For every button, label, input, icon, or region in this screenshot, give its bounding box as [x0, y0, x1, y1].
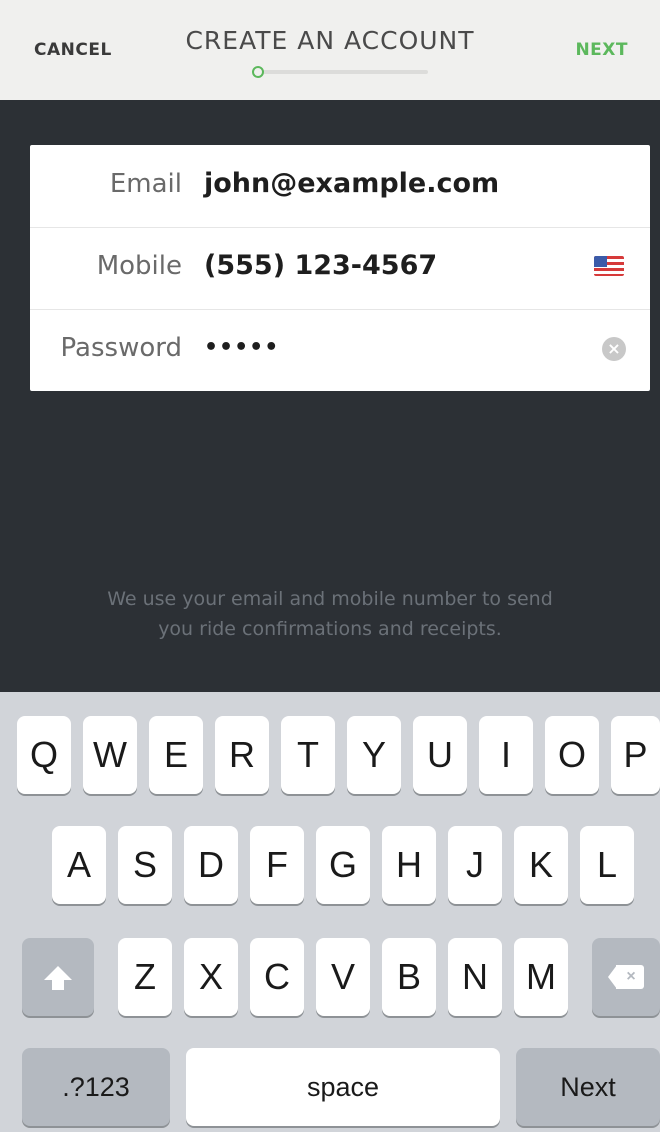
info-text: We use your email and mobile number to s… — [0, 584, 660, 644]
password-row[interactable]: Password ••••• × — [30, 309, 650, 391]
key-q[interactable]: Q — [17, 716, 71, 794]
us-flag-icon[interactable] — [594, 256, 624, 276]
key-w[interactable]: W — [83, 716, 137, 794]
password-label: Password — [60, 333, 182, 363]
key-i[interactable]: I — [479, 716, 533, 794]
key-r[interactable]: R — [215, 716, 269, 794]
key-p[interactable]: P — [611, 716, 660, 794]
progress-track — [258, 70, 428, 74]
key-c[interactable]: C — [250, 938, 304, 1016]
email-label: Email — [109, 169, 182, 199]
numbers-key[interactable]: .?123 — [22, 1048, 170, 1126]
space-key[interactable]: space — [186, 1048, 500, 1126]
key-z[interactable]: Z — [118, 938, 172, 1016]
key-y[interactable]: Y — [347, 716, 401, 794]
key-t[interactable]: T — [281, 716, 335, 794]
email-row[interactable]: Email john@example.com — [30, 145, 650, 228]
key-v[interactable]: V — [316, 938, 370, 1016]
mobile-row[interactable]: Mobile (555) 123-4567 — [30, 227, 650, 310]
key-d[interactable]: D — [184, 826, 238, 904]
key-j[interactable]: J — [448, 826, 502, 904]
key-s[interactable]: S — [118, 826, 172, 904]
key-k[interactable]: K — [514, 826, 568, 904]
key-n[interactable]: N — [448, 938, 502, 1016]
key-e[interactable]: E — [149, 716, 203, 794]
password-field[interactable]: ••••• — [204, 335, 584, 360]
key-f[interactable]: F — [250, 826, 304, 904]
info-line-2: you ride confirmations and receipts. — [158, 618, 502, 640]
account-form: Email john@example.com Mobile (555) 123-… — [30, 145, 650, 391]
info-line-1: We use your email and mobile number to s… — [107, 588, 553, 610]
clear-icon[interactable]: × — [602, 337, 626, 361]
email-field[interactable]: john@example.com — [204, 168, 584, 199]
next-key[interactable]: Next — [516, 1048, 660, 1126]
next-button[interactable]: NEXT — [575, 40, 628, 60]
key-o[interactable]: O — [545, 716, 599, 794]
content-area: Email john@example.com Mobile (555) 123-… — [0, 100, 660, 692]
progress-indicator — [252, 66, 428, 78]
navigation-header: CANCEL CREATE AN ACCOUNT NEXT — [0, 0, 660, 100]
mobile-label: Mobile — [96, 251, 182, 281]
key-a[interactable]: A — [52, 826, 106, 904]
key-x[interactable]: X — [184, 938, 238, 1016]
shift-icon[interactable] — [22, 938, 94, 1016]
key-m[interactable]: M — [514, 938, 568, 1016]
key-l[interactable]: L — [580, 826, 634, 904]
mobile-field[interactable]: (555) 123-4567 — [204, 250, 584, 281]
key-h[interactable]: H — [382, 826, 436, 904]
progress-dot — [252, 66, 264, 78]
page-title: CREATE AN ACCOUNT — [185, 26, 475, 55]
key-u[interactable]: U — [413, 716, 467, 794]
key-g[interactable]: G — [316, 826, 370, 904]
delete-icon[interactable]: × — [592, 938, 660, 1016]
key-b[interactable]: B — [382, 938, 436, 1016]
keyboard: Q W E R T Y U I O P A S D F G H J K L Z … — [0, 692, 660, 1132]
